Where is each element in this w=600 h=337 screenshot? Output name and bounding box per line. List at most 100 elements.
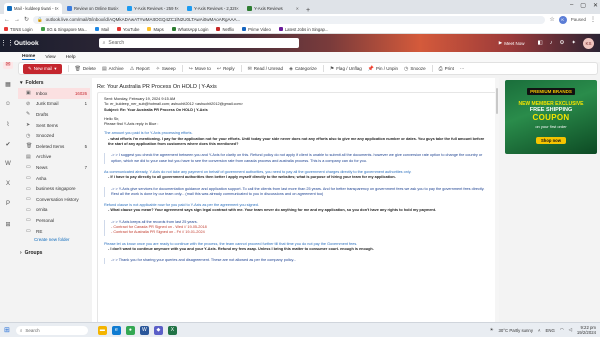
chrome-icon[interactable]: ●: [125, 325, 135, 335]
word-icon[interactable]: W: [139, 325, 149, 335]
store-icon[interactable]: ◆: [153, 325, 163, 335]
powerpoint-app-icon[interactable]: P: [3, 199, 13, 209]
groups-header[interactable]: › Groups: [18, 250, 90, 256]
archive-button[interactable]: ▤ Archive: [102, 66, 124, 72]
tab-close-icon[interactable]: ✕: [296, 6, 299, 11]
bookmark-item[interactable]: SG & Singapore Ma...: [40, 27, 87, 32]
calendar-icon[interactable]: ▦: [3, 79, 13, 89]
tips-icon[interactable]: ✦: [571, 40, 576, 46]
new-mail-button[interactable]: ✎ New mail ▾: [23, 63, 62, 74]
flag-unflag-button[interactable]: ⚑ Flag / Unflag: [330, 66, 362, 72]
ad-banner[interactable]: PREMIUM BRANDS NEW MEMBER EXCLUSIVE FREE…: [505, 80, 597, 154]
reply-button[interactable]: ↩ Reply: [217, 66, 235, 72]
bookmark-item[interactable]: Mail: [95, 27, 109, 32]
tab-close-icon[interactable]: ✕: [176, 6, 179, 11]
folder-item-inbox[interactable]: ▣ Inbox 16026: [18, 88, 90, 99]
menu-icon[interactable]: ⋮: [590, 16, 596, 23]
folder-item-snoozed[interactable]: ◷ Snoozed: [18, 130, 90, 141]
reload-icon[interactable]: ↻: [24, 16, 29, 23]
tab-home[interactable]: Home: [22, 54, 36, 60]
gear-icon[interactable]: ⚙: [559, 40, 564, 46]
bookmark-item[interactable]: Netflix: [216, 27, 234, 32]
clock[interactable]: 9:22 pm 19/2/2024: [577, 325, 596, 335]
taskbar-search[interactable]: ⌕ Search: [15, 325, 88, 335]
browser-tab[interactable]: Review on Online Business✕: [64, 3, 122, 14]
back-icon[interactable]: ←: [4, 17, 10, 23]
bookmark-item[interactable]: Maps: [147, 27, 164, 32]
folder-item-drafts[interactable]: ✎ Drafts: [18, 109, 90, 120]
categorize-button[interactable]: ◈ Categorize: [289, 66, 317, 72]
language-indicator[interactable]: ENG: [546, 328, 555, 333]
folders-header[interactable]: ▾ Folders: [18, 78, 90, 88]
file-explorer-icon[interactable]: ▬: [97, 325, 107, 335]
bell-icon[interactable]: ♪: [550, 40, 553, 46]
folder-item-archive[interactable]: ▤ Archive: [18, 152, 90, 163]
tab-label: Y-Axis Reviews: [254, 6, 283, 11]
search-placeholder: Search: [108, 40, 125, 46]
close-icon[interactable]: ✕: [593, 2, 598, 9]
bookmark-item[interactable]: TSNS Login: [4, 27, 33, 32]
star-icon[interactable]: ☆: [549, 16, 554, 23]
more-options-icon[interactable]: ⋯: [460, 66, 465, 72]
people-icon[interactable]: ☺: [3, 99, 13, 109]
folder-item-ornita[interactable]: ▭ ornita: [18, 205, 90, 216]
folder-item-deleted-items[interactable]: 🗑 Deleted Items 5: [18, 141, 90, 152]
app-launcher-icon[interactable]: ⋮⋮: [0, 39, 14, 47]
folder-item-asha[interactable]: ▭ Asha: [18, 173, 90, 184]
folder-item-news[interactable]: ▭ News 7: [18, 162, 90, 173]
report-button[interactable]: ⚠ Report: [130, 66, 150, 72]
browser-tab[interactable]: Mail - kuldeep tiwari - Outlook✕: [4, 3, 62, 14]
attach-icon[interactable]: ⌇: [3, 119, 13, 129]
excel-icon[interactable]: X: [167, 325, 177, 335]
pin-unpin-button[interactable]: 📌 Pin / Unpin: [368, 66, 398, 72]
forward-icon[interactable]: →: [14, 17, 20, 23]
weather-text[interactable]: 30°C Partly sunny: [499, 328, 533, 333]
account-avatar[interactable]: KS: [583, 37, 594, 49]
todo-icon[interactable]: ✔: [3, 139, 13, 149]
teams-icon[interactable]: ◧: [538, 40, 543, 46]
edge-icon[interactable]: e: [111, 325, 121, 335]
folder-item-sent-items[interactable]: ➤ Sent Items: [18, 120, 90, 131]
excel-app-icon[interactable]: X: [3, 179, 13, 189]
move-to-button[interactable]: ↪ Move to: [189, 66, 211, 72]
wifi-icon[interactable]: ◠: [560, 327, 564, 333]
snooze-button[interactable]: ◷ Snooze: [404, 66, 426, 72]
chevron-down-icon: ▾: [54, 65, 57, 71]
tab-close-icon[interactable]: ✕: [116, 6, 119, 11]
chevron-up-icon[interactable]: ˄: [538, 328, 541, 333]
read-unread-button[interactable]: ✉ Read / Unread: [248, 66, 283, 72]
windows-start-icon[interactable]: ⊞: [4, 326, 10, 334]
meet-now-button[interactable]: ▶ Meet Now: [499, 40, 525, 46]
new-tab-button[interactable]: +: [306, 7, 310, 14]
url-field[interactable]: 🔒 outlook.live.com/mail/0/inbox/id/AQMkA…: [33, 15, 546, 24]
folder-item-business-singapore[interactable]: ▭ business singapore: [18, 183, 90, 194]
speaker-icon[interactable]: ◁: [569, 327, 572, 333]
bookmark-item[interactable]: WhatsApp Login: [171, 27, 208, 32]
tab-help[interactable]: Help: [66, 55, 76, 60]
tab-close-icon[interactable]: ✕: [236, 6, 239, 11]
create-new-folder-link[interactable]: Create new folder: [18, 237, 90, 242]
more-apps-icon[interactable]: ⊞: [3, 219, 13, 229]
browser-tab[interactable]: Y-Axis Reviews - 259 Reviews of✕: [124, 3, 182, 14]
browser-tab[interactable]: Y-Axis Reviews ✕: [244, 3, 302, 14]
folder-item-personal[interactable]: ▭ Personal: [18, 215, 90, 226]
search-input[interactable]: ⌕ Search: [98, 38, 299, 48]
profile-avatar[interactable]: K: [558, 15, 567, 24]
tab-view[interactable]: View: [45, 55, 55, 60]
reading-scrollbar[interactable]: [495, 78, 499, 322]
browser-tab[interactable]: Y-Axis Reviews - 2,329 Reviews of✕: [184, 3, 242, 14]
folder-item-re[interactable]: ▭ RE: [18, 226, 90, 237]
word-app-icon[interactable]: W: [3, 159, 13, 169]
ad-cta-button[interactable]: Shop now: [535, 137, 566, 144]
minimize-icon[interactable]: –: [570, 2, 573, 9]
delete-button[interactable]: 🗑 Delete: [75, 66, 96, 72]
folder-item-junk-email[interactable]: ⊘ Junk Email 1: [18, 99, 90, 110]
folder-item-conversation-history[interactable]: ▭ Conversation History: [18, 194, 90, 205]
maximize-icon[interactable]: ▢: [580, 2, 586, 9]
bookmark-item[interactable]: Prime Video: [242, 27, 271, 32]
sweep-button[interactable]: ✧ Sweep: [156, 66, 176, 72]
bookmark-item[interactable]: YouTube: [117, 27, 139, 32]
bookmark-item[interactable]: Latest Jobs in Singap...: [278, 27, 328, 32]
print-button[interactable]: ⎙ Print: [439, 66, 454, 72]
tab-close-icon[interactable]: ✕: [56, 6, 59, 11]
